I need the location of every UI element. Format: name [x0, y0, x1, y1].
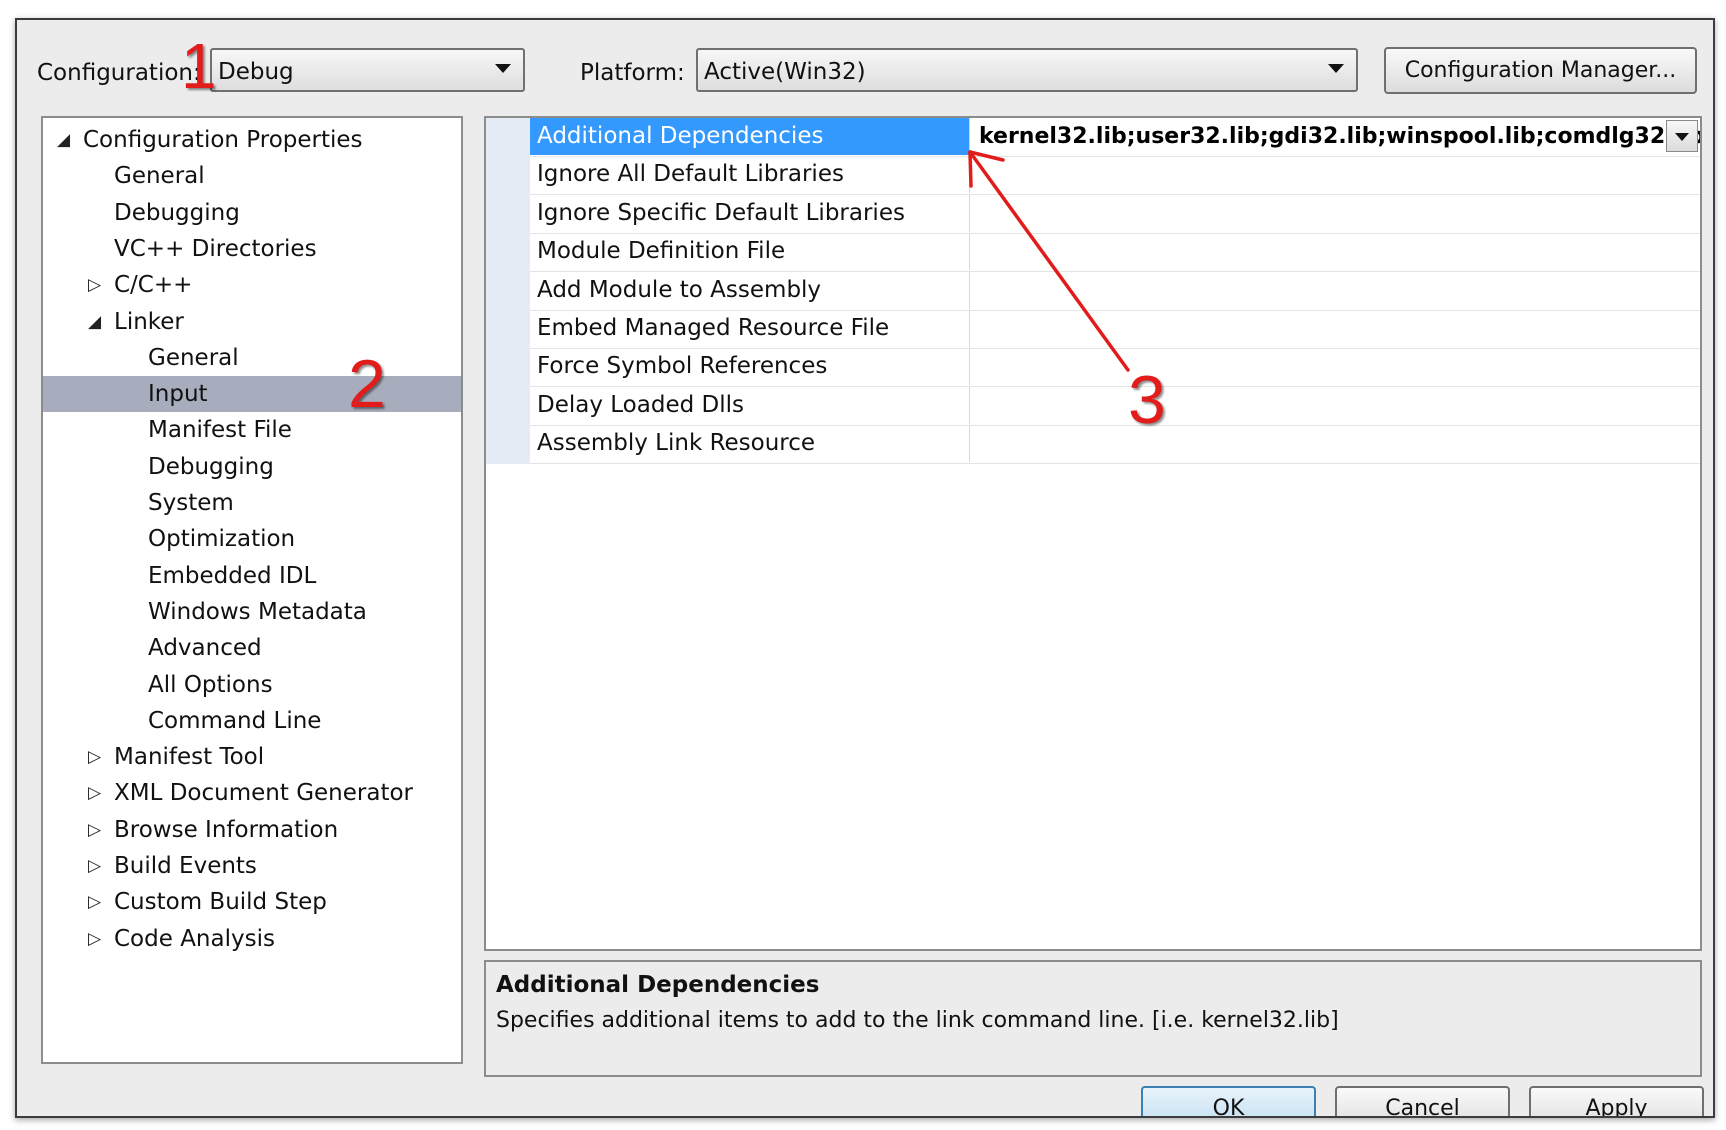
annotation-arrow: [968, 150, 1130, 372]
